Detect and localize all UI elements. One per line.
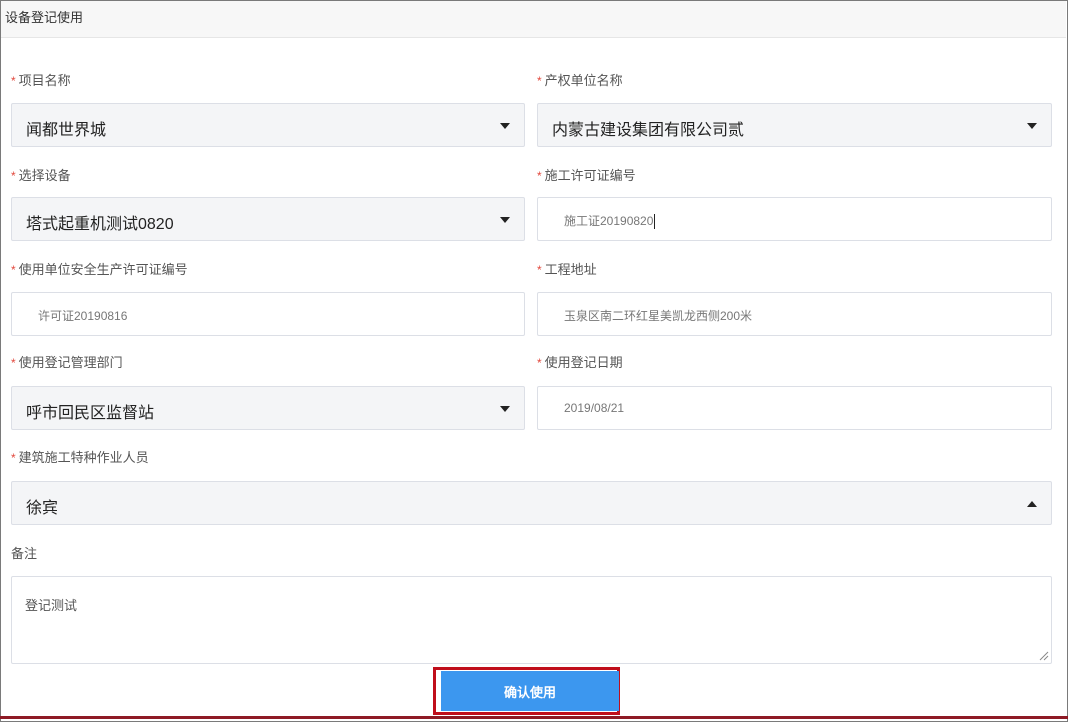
registration-date-label: * 使用登记日期 (537, 355, 623, 370)
caret-up-icon (1027, 501, 1037, 507)
required-mark: * (11, 451, 16, 465)
registration-dept-value: 呼市回民区监督站 (26, 405, 155, 422)
special-workers-select[interactable]: 徐宾 (11, 481, 1052, 525)
required-mark: * (537, 263, 542, 277)
registration-dept-select[interactable]: 呼市回民区监督站 (11, 386, 525, 430)
safety-license-label: * 使用单位安全生产许可证编号 (11, 262, 188, 277)
required-mark: * (11, 74, 16, 88)
safety-license-value: 许可证20190816 (38, 309, 128, 323)
remarks-value: 登记测试 (25, 598, 78, 613)
dialog-title: 设备登记使用 (5, 10, 84, 25)
project-name-label: * 项目名称 (11, 73, 71, 88)
text-cursor (654, 214, 656, 230)
caret-down-icon (500, 217, 510, 223)
caret-down-icon (500, 406, 510, 412)
bottom-divider (0, 716, 1068, 719)
required-mark: * (537, 356, 542, 370)
owner-unit-value: 内蒙古建设集团有限公司贰 (552, 122, 745, 139)
construction-permit-value: 施工证20190820 (564, 214, 654, 228)
dialog-title-bar: 设备登记使用 (1, 1, 1066, 38)
project-name-value: 闻都世界城 (26, 122, 107, 139)
project-address-label: * 工程地址 (537, 262, 597, 277)
required-mark: * (11, 263, 16, 277)
device-value: 塔式起重机测试0820 (26, 216, 174, 233)
required-mark: * (11, 356, 16, 370)
registration-date-value: 2019/08/21 (564, 401, 625, 415)
registration-date-input[interactable]: 2019/08/21 (537, 386, 1052, 430)
device-select[interactable]: 塔式起重机测试0820 (11, 197, 525, 241)
construction-permit-label: * 施工许可证编号 (537, 168, 636, 183)
special-workers-label: * 建筑施工特种作业人员 (11, 450, 149, 465)
registration-dept-label: * 使用登记管理部门 (11, 355, 123, 370)
remarks-label: 备注 (11, 546, 38, 561)
project-address-value: 玉泉区南二环红星美凯龙西侧200米 (564, 309, 753, 323)
remarks-textarea[interactable]: 登记测试 (11, 576, 1052, 664)
confirm-use-button[interactable]: 确认使用 (441, 671, 619, 711)
construction-permit-input[interactable]: 施工证20190820 (537, 197, 1052, 241)
required-mark: * (537, 74, 542, 88)
safety-license-input[interactable]: 许可证20190816 (11, 292, 525, 336)
required-mark: * (11, 169, 16, 183)
project-name-select[interactable]: 闻都世界城 (11, 103, 525, 147)
required-mark: * (537, 169, 542, 183)
owner-unit-select[interactable]: 内蒙古建设集团有限公司贰 (537, 103, 1052, 147)
caret-down-icon (1027, 123, 1037, 129)
device-label: * 选择设备 (11, 168, 71, 183)
resize-handle-icon[interactable] (1039, 651, 1049, 661)
owner-unit-label: * 产权单位名称 (537, 73, 623, 88)
project-address-input[interactable]: 玉泉区南二环红星美凯龙西侧200米 (537, 292, 1052, 336)
caret-down-icon (500, 123, 510, 129)
special-workers-value: 徐宾 (26, 500, 59, 517)
